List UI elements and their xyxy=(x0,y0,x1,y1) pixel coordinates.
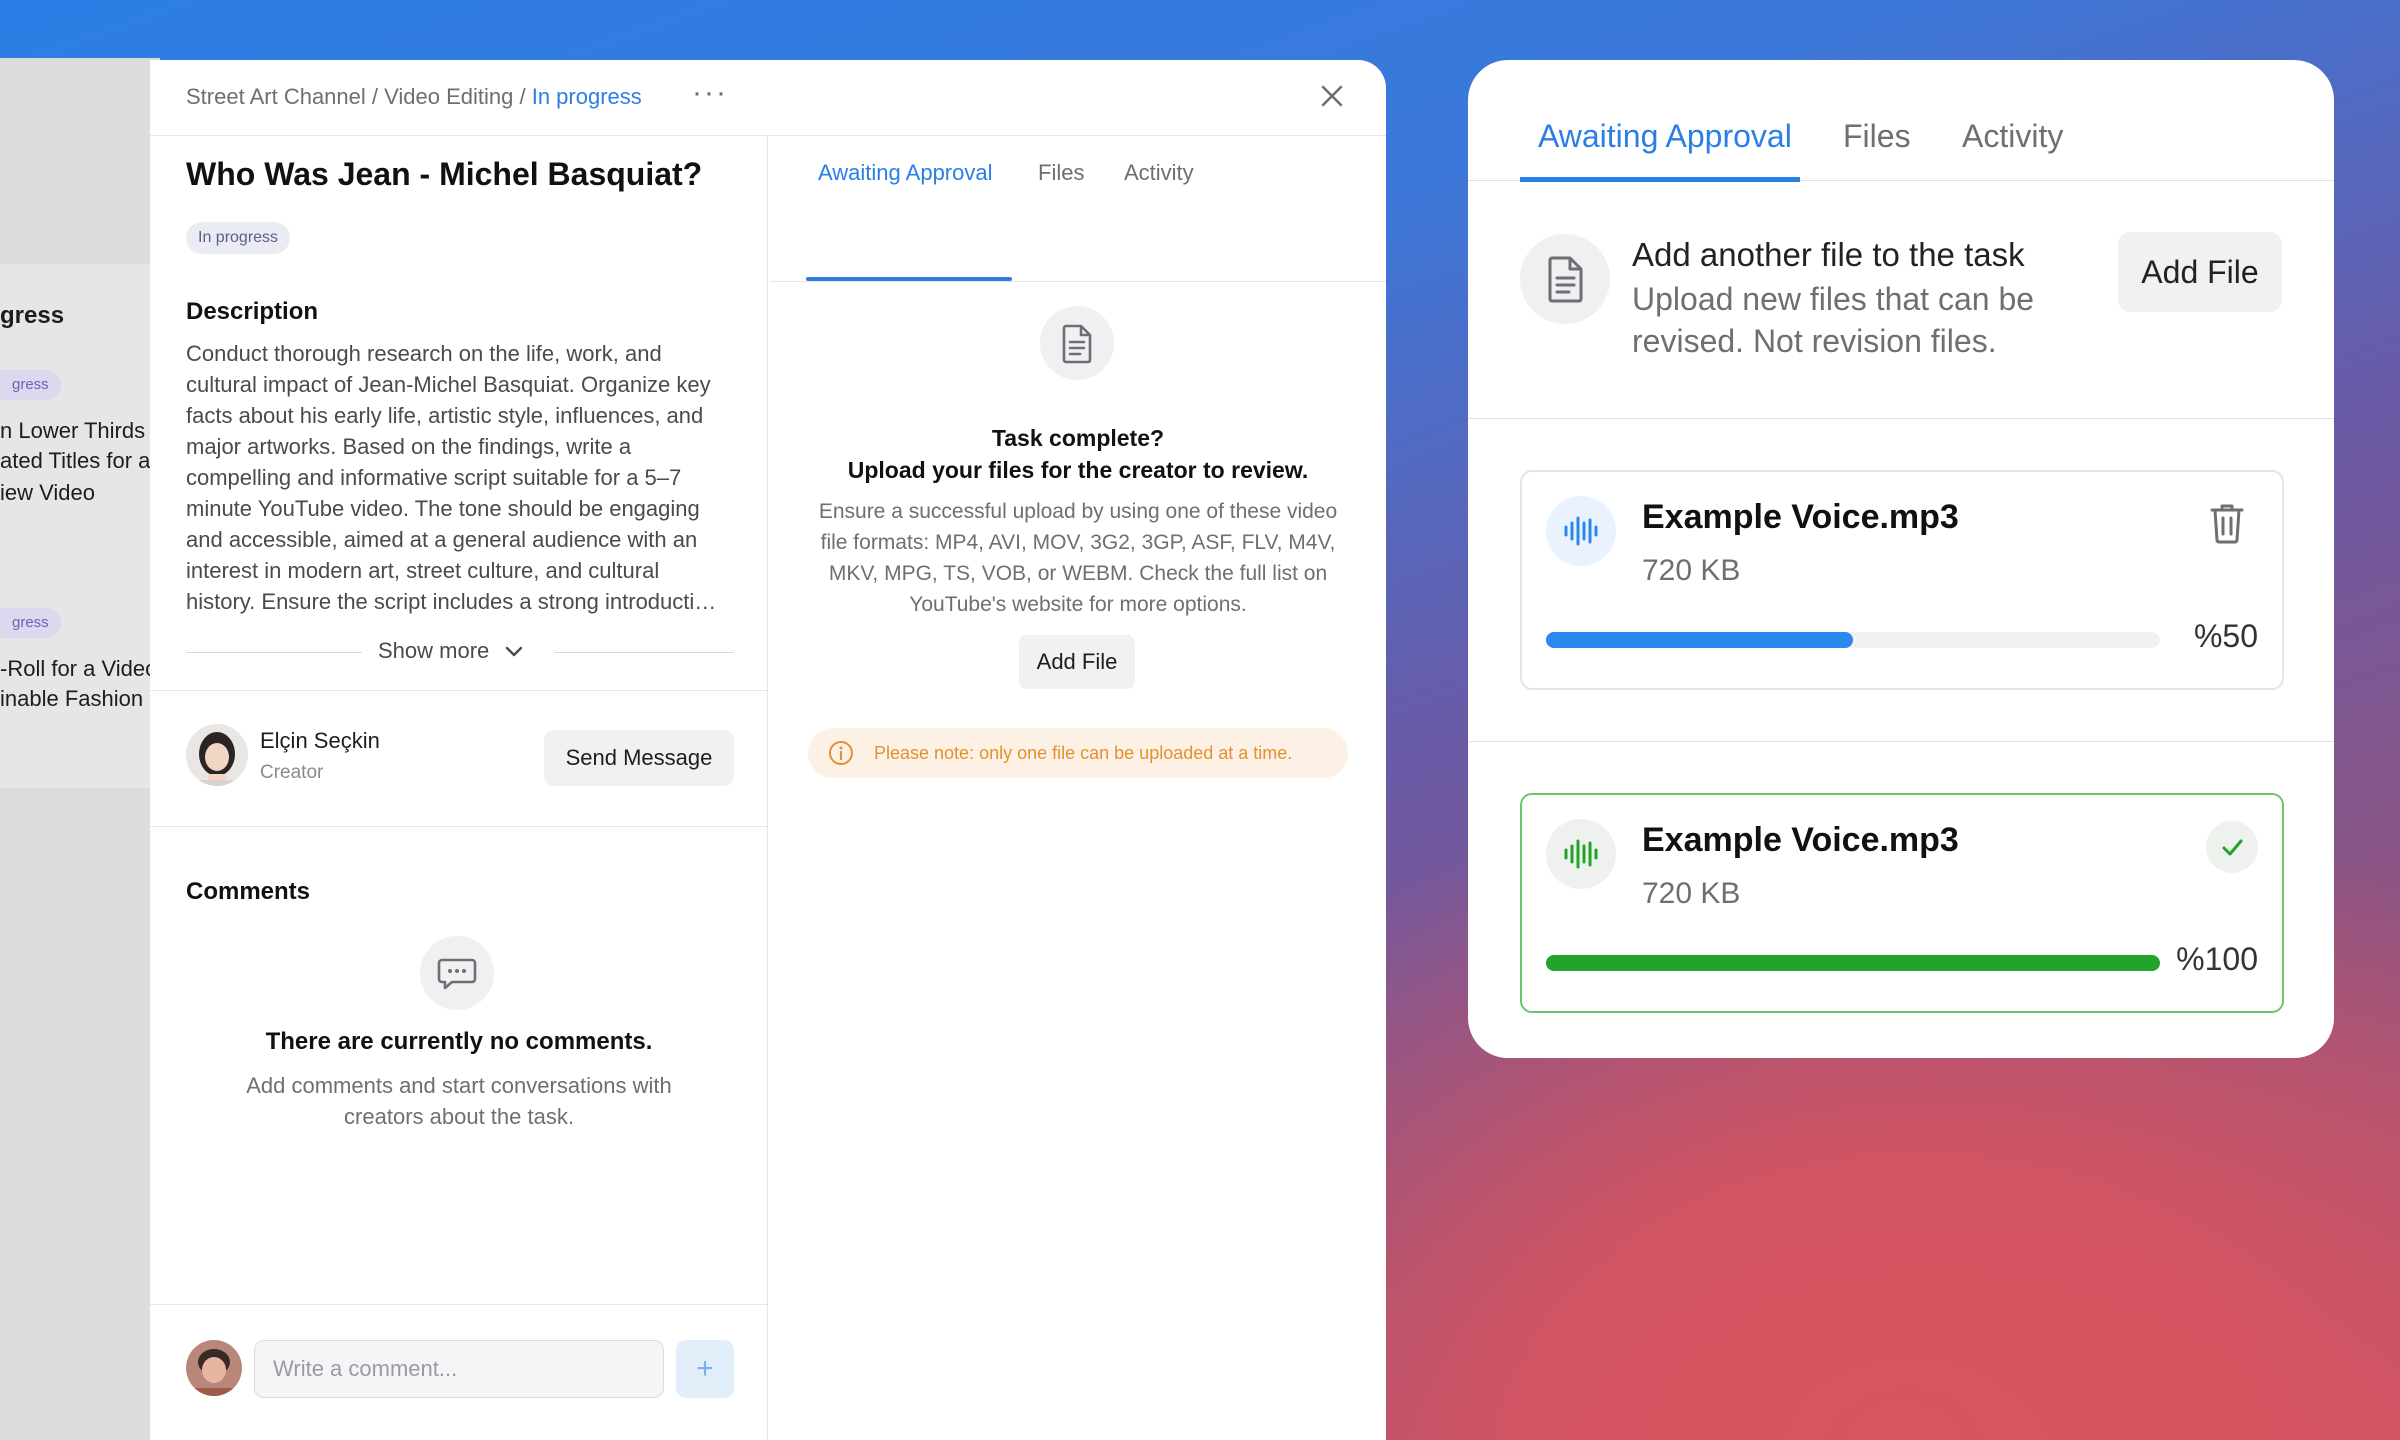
progress-bar-fill xyxy=(1546,632,1853,648)
description-text: Conduct thorough research on the life, w… xyxy=(186,341,717,614)
board-status-pill: gress xyxy=(0,608,61,638)
document-icon xyxy=(1040,306,1114,380)
tab-awaiting-approval[interactable]: Awaiting Approval xyxy=(1538,118,1792,155)
empty-comments-subtitle: Add comments and start conversations wit… xyxy=(246,1073,672,1129)
comments-heading: Comments xyxy=(186,878,311,905)
board-item-line: ated Titles for an xyxy=(0,448,163,473)
upload-note-text: Please note: only one file can be upload… xyxy=(874,743,1293,763)
file-upload-card: Awaiting Approval Files Activity Add ano… xyxy=(1468,60,2334,1058)
show-more-label: Show more xyxy=(378,638,490,663)
upload-title-line: Upload your files for the creator to rev… xyxy=(847,457,1309,483)
upload-note: Please note: only one file can be upload… xyxy=(808,728,1348,778)
upload-tabs xyxy=(770,136,1386,282)
tab-files[interactable]: Files xyxy=(1038,160,1084,186)
avatar xyxy=(186,724,248,786)
board-item-line: n Lower Thirds a xyxy=(0,418,164,443)
breadcrumb-status[interactable]: In progress xyxy=(532,84,642,109)
creator-name: Elçin Seçkin xyxy=(260,728,380,753)
board-status-pill: gress xyxy=(0,370,61,400)
divider xyxy=(1468,741,2334,742)
add-file-button[interactable]: Add File xyxy=(1019,635,1135,689)
close-icon[interactable] xyxy=(1314,78,1350,114)
audio-wave-icon xyxy=(1546,819,1616,889)
progress-bar xyxy=(1546,955,2160,971)
tab-files[interactable]: Files xyxy=(1843,118,1911,155)
progress-percent: %50 xyxy=(2193,618,2258,654)
creator-role: Creator xyxy=(260,762,324,783)
divider xyxy=(1468,418,2334,419)
tab-awaiting-approval[interactable]: Awaiting Approval xyxy=(818,160,993,186)
comment-input[interactable] xyxy=(254,1340,664,1398)
info-icon xyxy=(829,741,853,765)
breadcrumb-section[interactable]: Video Editing xyxy=(384,84,513,109)
add-file-title: Add another file to the task xyxy=(1632,236,2025,273)
add-comment-button[interactable]: + xyxy=(676,1340,734,1398)
file-name: Example Voice.mp3 xyxy=(1642,498,1959,536)
avatar xyxy=(186,1340,242,1396)
board-item-line: inable Fashion xyxy=(0,686,144,711)
board-column-title: gress xyxy=(0,302,65,329)
comment-bubble-icon xyxy=(420,936,494,1010)
breadcrumb-separator: / xyxy=(365,84,385,109)
active-tab-indicator xyxy=(1520,177,1800,182)
file-size: 720 KB xyxy=(1642,877,1741,910)
send-message-button[interactable]: Send Message xyxy=(544,730,734,786)
more-dots-icon[interactable]: ··· xyxy=(692,76,728,110)
file-size: 720 KB xyxy=(1642,554,1741,587)
active-tab-indicator xyxy=(806,277,1012,281)
upload-formats-text: Ensure a successful upload by using one … xyxy=(818,500,1338,616)
chevron-down-icon xyxy=(506,646,523,657)
divider xyxy=(150,690,768,691)
file-item: Example Voice.mp3 720 KB %100 xyxy=(1520,793,2284,1013)
progress-bar xyxy=(1546,632,2160,648)
divider xyxy=(150,826,768,827)
audio-wave-icon xyxy=(1546,496,1616,566)
upload-title: Task complete? Upload your files for the… xyxy=(770,422,1386,486)
breadcrumb-separator: / xyxy=(513,84,532,109)
tab-activity[interactable]: Activity xyxy=(1124,160,1194,186)
task-detail-panel: Street Art Channel / Video Editing / In … xyxy=(150,60,1386,1440)
trash-icon[interactable] xyxy=(2202,498,2252,548)
file-item: Example Voice.mp3 720 KB %50 xyxy=(1520,470,2284,690)
task-title: Who Was Jean - Michel Basquiat? xyxy=(186,156,703,192)
document-icon xyxy=(1520,234,1610,324)
show-more-button[interactable]: Show more xyxy=(378,638,523,664)
board-item-line: iew Video xyxy=(0,480,95,505)
check-icon xyxy=(2206,821,2258,873)
divider xyxy=(150,1304,768,1305)
file-name: Example Voice.mp3 xyxy=(1642,821,1959,859)
status-badge: In progress xyxy=(186,222,291,254)
board-item-line: -Roll for a Video xyxy=(0,656,158,681)
empty-comments-title: There are currently no comments. xyxy=(265,1028,653,1055)
tab-activity[interactable]: Activity xyxy=(1962,118,2063,155)
divider xyxy=(554,652,734,653)
progress-bar-fill xyxy=(1546,955,2160,971)
progress-percent: %100 xyxy=(2176,941,2258,977)
description-heading: Description xyxy=(186,298,319,325)
breadcrumb-channel[interactable]: Street Art Channel xyxy=(186,84,366,109)
divider xyxy=(186,652,362,653)
add-file-button[interactable]: Add File xyxy=(2118,232,2282,312)
add-file-subtitle: Upload new files that can be revised. No… xyxy=(1632,281,2035,359)
task-info-column xyxy=(150,136,768,1440)
breadcrumb: Street Art Channel / Video Editing / In … xyxy=(186,84,642,110)
panel-topbar: Street Art Channel / Video Editing / In … xyxy=(150,60,1386,136)
upload-title-line: Task complete? xyxy=(991,425,1165,451)
